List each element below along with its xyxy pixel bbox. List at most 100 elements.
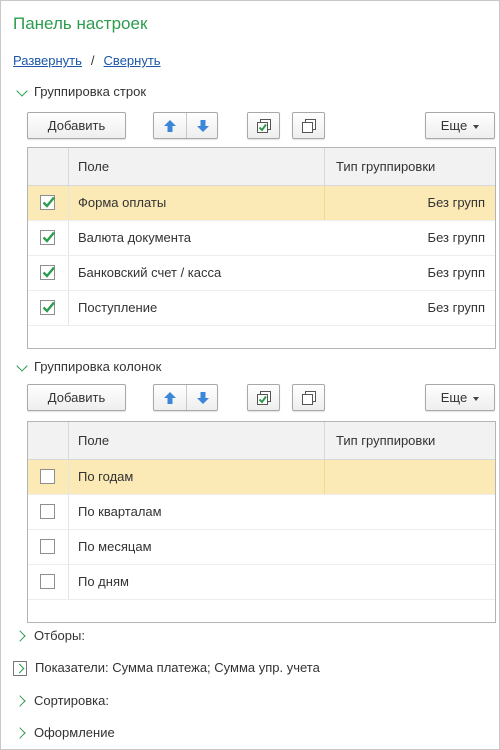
header-grouping-type[interactable]: Тип группировки bbox=[324, 422, 496, 459]
column-move-down-button[interactable] bbox=[186, 385, 218, 410]
row-check-all-button[interactable] bbox=[247, 112, 280, 139]
check-all-icon bbox=[256, 390, 271, 405]
row-check-cell bbox=[28, 186, 69, 220]
grouping-type-cell[interactable]: Без групп bbox=[428, 300, 485, 315]
caret-down-icon bbox=[473, 124, 480, 129]
expand-collapse-links: Развернуть / Свернуть bbox=[13, 53, 161, 68]
appearance-label: Оформление bbox=[34, 725, 115, 740]
row-checkbox[interactable] bbox=[40, 469, 55, 484]
table-header: Поле Тип группировки bbox=[28, 148, 495, 186]
field-name-cell: Валюта документа bbox=[78, 230, 191, 245]
column-grouping-title: Группировка колонок bbox=[34, 359, 162, 374]
table-row[interactable]: Поступление Без групп bbox=[28, 291, 495, 326]
row-checkbox[interactable] bbox=[40, 195, 55, 210]
row-checkbox[interactable] bbox=[40, 265, 55, 280]
field-name-cell: Банковский счет / касса bbox=[78, 265, 222, 280]
chevron-down-icon bbox=[16, 85, 28, 97]
row-check-cell bbox=[28, 565, 69, 599]
column-grouping-table: Поле Тип группировки По годам По квартала… bbox=[27, 421, 496, 623]
caret-down-icon bbox=[473, 396, 480, 401]
chevron-down-icon bbox=[16, 360, 28, 372]
header-check-column bbox=[28, 148, 69, 185]
table-row[interactable]: По месяцам bbox=[28, 530, 495, 565]
column-grouping-header[interactable]: Группировка колонок bbox=[15, 359, 161, 374]
column-uncheck-all-button[interactable] bbox=[292, 384, 325, 411]
table-row[interactable]: Валюта документа Без групп bbox=[28, 221, 495, 256]
column-move-buttons bbox=[153, 384, 218, 411]
table-row[interactable]: По кварталам bbox=[28, 495, 495, 530]
table-row[interactable]: Банковский счет / касса Без групп bbox=[28, 256, 495, 291]
filters-section[interactable]: Отборы: bbox=[14, 628, 85, 643]
row-more-label: Еще bbox=[440, 118, 468, 133]
field-name-cell: По дням bbox=[78, 574, 129, 589]
header-check-column bbox=[28, 422, 69, 459]
settings-panel: Панель настроек Развернуть / Свернуть Груп… bbox=[0, 0, 500, 750]
table-header: Поле Тип группировки bbox=[28, 422, 495, 460]
row-checkbox[interactable] bbox=[40, 230, 55, 245]
header-field[interactable]: Поле bbox=[78, 433, 109, 448]
row-check-cell bbox=[28, 530, 69, 564]
table-empty-space bbox=[28, 326, 495, 348]
row-add-button[interactable]: Добавить bbox=[27, 112, 126, 139]
row-checkbox[interactable] bbox=[40, 574, 55, 589]
row-check-cell bbox=[28, 291, 69, 325]
table-empty-space bbox=[28, 600, 495, 622]
column-more-label: Еще bbox=[440, 390, 468, 405]
table-row[interactable]: По годам bbox=[28, 460, 495, 495]
column-divider bbox=[324, 186, 325, 220]
arrow-up-icon bbox=[163, 119, 176, 132]
column-add-button[interactable]: Добавить bbox=[27, 384, 126, 411]
row-move-buttons bbox=[153, 112, 218, 139]
row-uncheck-all-button[interactable] bbox=[292, 112, 325, 139]
field-name-cell: Поступление bbox=[78, 300, 158, 315]
column-more-button[interactable]: Еще bbox=[425, 384, 495, 411]
column-divider bbox=[324, 460, 325, 494]
sorting-section[interactable]: Сортировка: bbox=[14, 693, 109, 708]
row-grouping-header[interactable]: Группировка строк bbox=[15, 84, 146, 99]
row-check-cell bbox=[28, 221, 69, 255]
arrow-down-icon bbox=[196, 391, 209, 404]
check-all-icon bbox=[256, 118, 271, 133]
chevron-right-icon bbox=[14, 695, 26, 707]
table-row[interactable]: Форма оплаты Без групп bbox=[28, 186, 495, 221]
chevron-right-icon bbox=[14, 727, 26, 739]
collapse-all-link[interactable]: Свернуть bbox=[104, 53, 161, 68]
checkmark-icon bbox=[42, 266, 55, 278]
indicators-section[interactable]: Показатели: Сумма платежа; Сумма упр. уч… bbox=[13, 660, 320, 677]
arrow-down-icon bbox=[196, 119, 209, 132]
grouping-type-cell[interactable]: Без групп bbox=[428, 265, 485, 280]
row-move-down-button[interactable] bbox=[186, 113, 218, 138]
expand-all-link[interactable]: Развернуть bbox=[13, 53, 82, 68]
row-move-up-button[interactable] bbox=[154, 113, 185, 138]
row-checkbox[interactable] bbox=[40, 504, 55, 519]
table-row[interactable]: По дням bbox=[28, 565, 495, 600]
row-more-button[interactable]: Еще bbox=[425, 112, 495, 139]
grouping-type-cell[interactable]: Без групп bbox=[428, 195, 485, 210]
field-name-cell: Форма оплаты bbox=[78, 195, 167, 210]
row-grouping-title: Группировка строк bbox=[34, 84, 147, 99]
row-check-cell bbox=[28, 495, 69, 529]
column-move-up-button[interactable] bbox=[154, 385, 185, 410]
row-checkbox[interactable] bbox=[40, 539, 55, 554]
chevron-right-icon bbox=[13, 661, 27, 677]
row-checkbox[interactable] bbox=[40, 300, 55, 315]
header-grouping-type[interactable]: Тип группировки bbox=[324, 148, 496, 185]
links-separator: / bbox=[90, 53, 95, 68]
indicators-label: Показатели: Сумма платежа; Сумма упр. уч… bbox=[35, 660, 320, 675]
panel-title: Панель настроек bbox=[13, 14, 148, 33]
grouping-type-cell[interactable]: Без групп bbox=[428, 230, 485, 245]
row-check-cell bbox=[28, 460, 69, 494]
field-name-cell: По годам bbox=[78, 469, 134, 484]
row-grouping-table: Поле Тип группировки Форма оплаты Без гру… bbox=[27, 147, 496, 349]
sorting-label: Сортировка: bbox=[34, 693, 109, 708]
field-name-cell: По кварталам bbox=[78, 504, 162, 519]
column-check-all-button[interactable] bbox=[247, 384, 280, 411]
filters-label: Отборы: bbox=[34, 628, 85, 643]
uncheck-all-icon bbox=[301, 118, 316, 133]
header-field[interactable]: Поле bbox=[78, 159, 109, 174]
checkmark-icon bbox=[42, 301, 55, 313]
checkmark-icon bbox=[42, 231, 55, 243]
appearance-section[interactable]: Оформление bbox=[14, 725, 115, 740]
field-name-cell: По месяцам bbox=[78, 539, 152, 554]
chevron-right-icon bbox=[14, 630, 26, 642]
